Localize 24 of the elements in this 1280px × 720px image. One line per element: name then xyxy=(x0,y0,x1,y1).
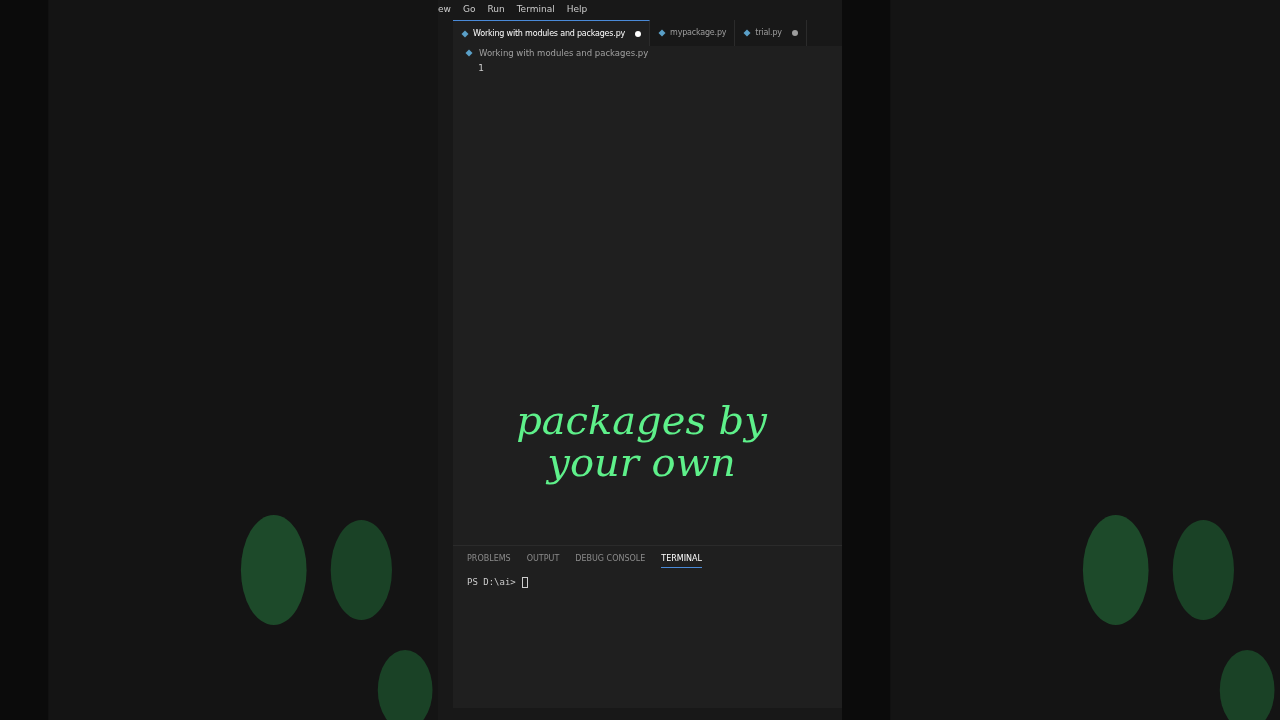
menu-item[interactable]: Run xyxy=(487,3,505,17)
tab-label: Working with modules and packages.py xyxy=(473,27,626,40)
panel-tab[interactable]: DEBUG CONSOLE xyxy=(575,550,646,568)
tab-label: trial.py xyxy=(755,27,782,39)
menu-item[interactable]: Terminal xyxy=(516,3,555,17)
python-file-icon xyxy=(658,29,667,37)
panel-tab[interactable]: PROBLEMS xyxy=(467,550,511,568)
cursor-icon xyxy=(521,577,528,589)
panel-tab[interactable]: TERMINAL xyxy=(661,550,703,568)
caption-text: packages by xyxy=(516,399,767,441)
editor-tab[interactable]: Working with modules and packages.py xyxy=(453,20,651,46)
editor-tab[interactable]: mypackage.py xyxy=(650,20,736,46)
menu-item[interactable]: ew xyxy=(438,3,451,17)
terminal-prompt: PS D:\ai> xyxy=(467,576,516,589)
python-file-icon xyxy=(461,29,469,38)
menu-item[interactable]: Go xyxy=(462,3,476,17)
menu-item[interactable]: Help xyxy=(566,3,588,17)
breadcrumb[interactable]: Working with modules and packages.py xyxy=(479,46,649,60)
line-number: 1 xyxy=(477,62,484,75)
python-file-icon xyxy=(465,49,473,57)
panel-tab[interactable]: OUTPUT xyxy=(526,550,560,568)
editor-tab[interactable]: trial.py xyxy=(735,20,807,46)
python-file-icon xyxy=(743,29,752,37)
tab-label: mypackage.py xyxy=(670,27,727,39)
